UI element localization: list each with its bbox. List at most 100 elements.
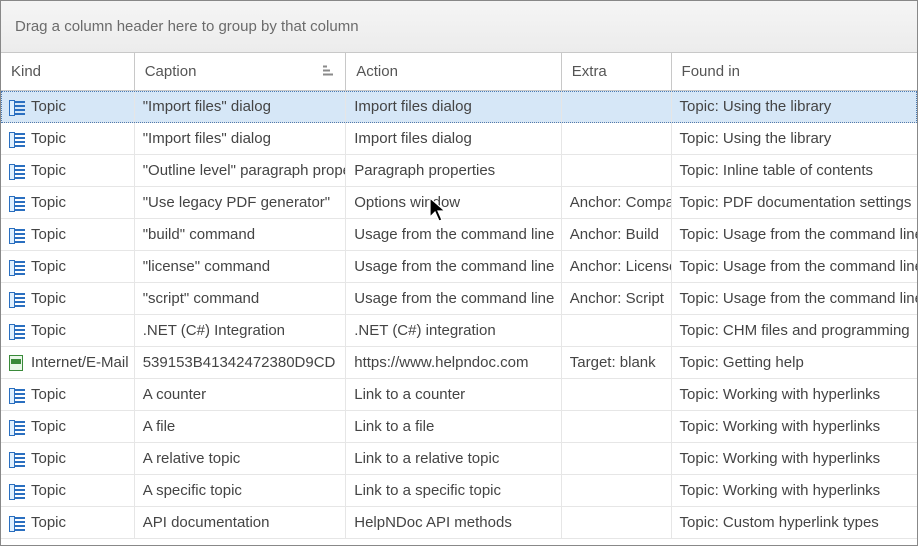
column-header-extra[interactable]: Extra (562, 53, 672, 90)
cell-caption: "Import files" dialog (135, 123, 347, 154)
cell-caption: A file (135, 411, 347, 442)
cell-extra (562, 411, 672, 442)
action-text: Usage from the command line (354, 226, 554, 243)
table-row[interactable]: Topic"Import files" dialogImport files d… (1, 91, 917, 123)
action-text: Options window (354, 194, 460, 211)
table-row[interactable]: Topic"license" commandUsage from the com… (1, 251, 917, 283)
kind-label: Topic (31, 450, 66, 467)
found-text: Topic: Usage from the command line (680, 258, 917, 275)
cell-action: Import files dialog (346, 91, 562, 122)
kind-label: Topic (31, 514, 66, 531)
table-row[interactable]: Topic "Import files" dialog Import files d… (1, 123, 917, 155)
action-text: Link to a file (354, 418, 434, 435)
table-row[interactable]: Topic "build" command Usage from the comma… (1, 219, 917, 251)
cell-found: Topic: PDF documentation settings (672, 187, 917, 218)
kind-label: Topic (31, 98, 66, 115)
cell-kind: Topic (1, 123, 135, 154)
extra-text: Target: blank (570, 354, 656, 371)
cell-kind: Topic (1, 315, 135, 346)
table-row[interactable]: Topic A file Link to a file Topic: Working … (1, 411, 917, 443)
cell-kind: Internet/E-Mail (1, 347, 135, 378)
cell-kind: Topic (1, 475, 135, 506)
topic-icon (9, 259, 25, 275)
table-row[interactable]: Topic "Use legacy PDF generator" Options w… (1, 187, 917, 219)
found-text: Topic: Usage from the command line (680, 226, 917, 243)
found-text: Topic: Using the library (680, 98, 832, 115)
cell-extra (562, 123, 672, 154)
found-text: Topic: Inline table of contents (680, 162, 873, 179)
column-header-action[interactable]: Action (346, 53, 562, 90)
table-body: Topic "Import files" dialog Import files d… (1, 91, 917, 539)
cell-extra (562, 475, 672, 506)
kind-label: Internet/E-Mail (31, 354, 129, 371)
cell-kind: Topic (1, 91, 135, 122)
group-by-bar[interactable]: Drag a column header here to group by th… (1, 1, 917, 53)
table-row[interactable]: TopicAPI documentationHelpNDoc API metho… (1, 507, 917, 539)
found-text: Topic: Usage from the command line (680, 290, 917, 307)
column-header-caption[interactable]: Caption (135, 53, 347, 90)
topic-icon (9, 291, 25, 307)
column-header-action-label: Action (356, 63, 398, 80)
cell-extra (562, 155, 672, 186)
table-row[interactable]: Topic.NET (C#) Integration.NET (C#) inte… (1, 315, 917, 347)
extra-text: Anchor: Compatibility (570, 194, 672, 211)
cell-action: Link to a counter (346, 379, 562, 410)
column-header-kind-label: Kind (11, 63, 41, 80)
cell-found: Topic: CHM files and programming (672, 315, 917, 346)
cell-action: Link to a specific topic (346, 475, 562, 506)
cell-extra (562, 443, 672, 474)
found-text: Topic: Working with hyperlinks (680, 418, 881, 435)
cell-kind: Topic (1, 219, 135, 250)
kind-label: Topic (31, 322, 66, 339)
cell-caption: A specific topic (135, 475, 347, 506)
found-text: Topic: Custom hyperlink types (680, 514, 879, 531)
table-row[interactable]: Internet/E-Mail539153B41342472380D9CDhtt… (1, 347, 917, 379)
column-header-found-in-label: Found in (682, 63, 740, 80)
column-header-row: Kind Caption Action Extra Found in (1, 53, 917, 91)
table-row[interactable]: Topic"Outline level" paragraph propertyP… (1, 155, 917, 187)
cell-kind: Topic (1, 283, 135, 314)
action-text: Link to a specific topic (354, 482, 501, 499)
kind-label: Topic (31, 162, 66, 179)
column-header-kind[interactable]: Kind (1, 53, 135, 90)
cell-extra (562, 91, 672, 122)
cell-found: Topic: Usage from the command line (672, 251, 917, 282)
cell-action: Import files dialog (346, 123, 562, 154)
cell-extra: Anchor: Build (562, 219, 672, 250)
cell-action: Link to a file (346, 411, 562, 442)
extra-text: Anchor: Script (570, 290, 664, 307)
cell-caption: 539153B41342472380D9CD (135, 347, 347, 378)
action-text: Import files dialog (354, 130, 472, 147)
cell-found: Topic: Custom hyperlink types (672, 507, 917, 538)
found-text: Topic: PDF documentation settings (680, 194, 912, 211)
table-row[interactable]: TopicA relative topicLink to a relative … (1, 443, 917, 475)
topic-icon (9, 163, 25, 179)
kind-label: Topic (31, 482, 66, 499)
kind-label: Topic (31, 386, 66, 403)
cell-found: Topic: Working with hyperlinks (672, 475, 917, 506)
cell-extra (562, 315, 672, 346)
cell-kind: Topic (1, 251, 135, 282)
topic-icon (9, 515, 25, 531)
table-row[interactable]: Topic"script" commandUsage from the comm… (1, 283, 917, 315)
table-row[interactable]: Topic A specific topic Link to a specific … (1, 475, 917, 507)
caption-text: A file (143, 418, 176, 435)
cell-found: Topic: Usage from the command line (672, 283, 917, 314)
column-header-caption-label: Caption (145, 63, 197, 80)
cell-found: Topic: Usage from the command line (672, 219, 917, 250)
cell-caption: "Use legacy PDF generator" (135, 187, 347, 218)
cell-action: Usage from the command line (346, 283, 562, 314)
cell-kind: Topic (1, 411, 135, 442)
action-text: Link to a relative topic (354, 450, 499, 467)
column-header-found-in[interactable]: Found in (672, 53, 917, 90)
kind-label: Topic (31, 418, 66, 435)
caption-text: "Import files" dialog (143, 130, 271, 147)
kind-label: Topic (31, 194, 66, 211)
extra-text: Anchor: License (570, 258, 672, 275)
sort-ascending-icon (323, 65, 335, 78)
action-text: Paragraph properties (354, 162, 495, 179)
caption-text: 539153B41342472380D9CD (143, 354, 336, 371)
table-row[interactable]: TopicA counterLink to a counterTopic: Wo… (1, 379, 917, 411)
cell-kind: Topic (1, 155, 135, 186)
caption-text: "build" command (143, 226, 255, 243)
